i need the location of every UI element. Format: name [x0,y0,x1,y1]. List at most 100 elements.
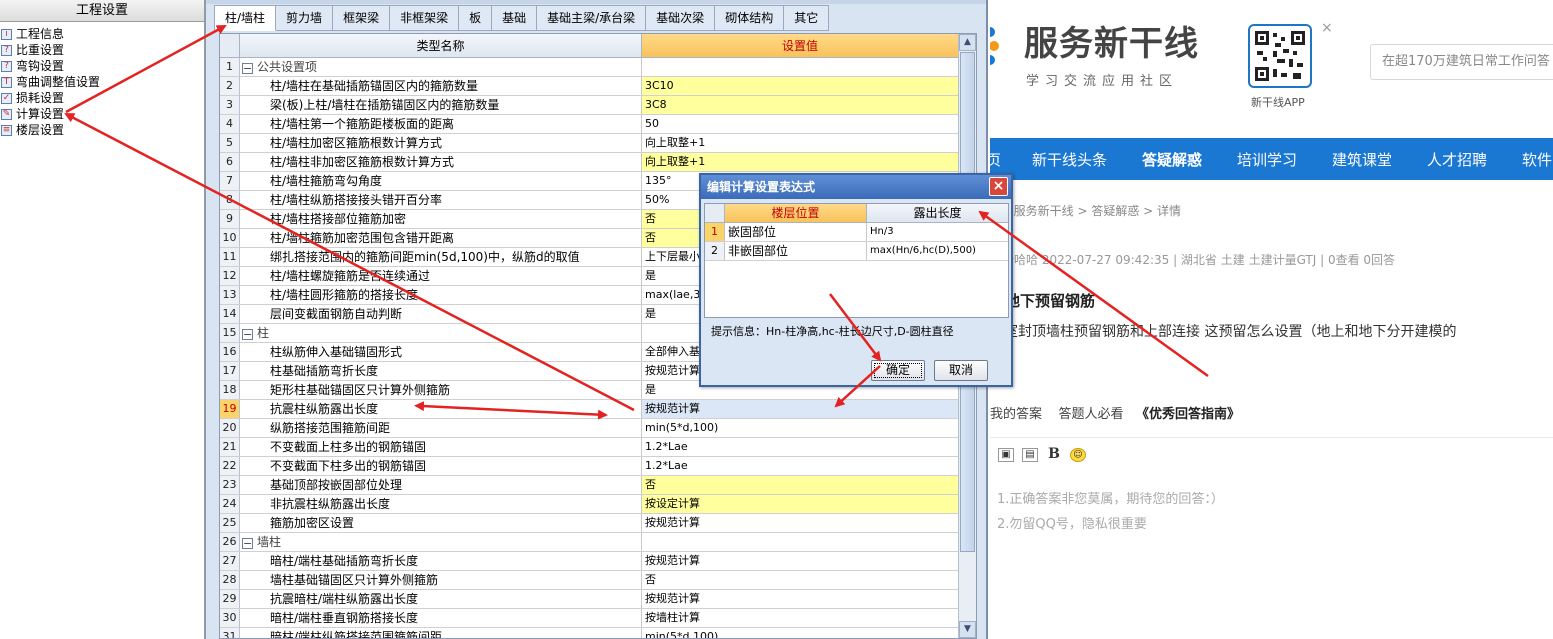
close-icon[interactable]: × [989,177,1008,196]
tab-slab[interactable]: 板 [459,5,493,31]
row-name: − 公共设置项 [240,58,642,76]
row-value[interactable]: 1.2*Lae [642,457,958,475]
row-value[interactable]: 向上取整+1 [642,134,958,152]
table-row[interactable]: 24 非抗震柱纵筋露出长度 按设定计算 [220,495,958,514]
dialog-row[interactable]: 1 嵌固部位 Hn/3 [705,223,1008,242]
dialog-row-length[interactable]: Hn/3 [867,223,1008,241]
answerer-must-read-link[interactable]: 答题人必看 [1059,407,1124,422]
table-row[interactable]: 29 抗震暗柱/端柱纵筋露出长度 按规范计算 [220,590,958,609]
hook-icon: ? [1,60,12,72]
table-row[interactable]: 23 基础顶部按嵌固部位处理否 [220,476,958,495]
dialog-grid-header: 楼层位置 露出长度 [705,204,1008,223]
collapse-icon[interactable]: − [242,63,253,74]
nav-item-classroom[interactable]: 建筑课堂 [1332,149,1392,170]
table-row[interactable]: 2 柱/墙柱在基础插筋锚固区内的箍筋数量 3C10 [220,77,958,96]
tree-item-hook[interactable]: ? 弯钩设置 [0,58,204,74]
row-value[interactable]: 否 [642,476,958,494]
row-value[interactable]: 按规范计算 [642,514,958,532]
collapse-icon[interactable]: − [242,538,253,549]
table-row[interactable]: 4 柱/墙柱第一个箍筋距楼板面的距离 50 [220,115,958,134]
scroll-up-icon[interactable]: ▲ [959,34,976,51]
scroll-down-icon[interactable]: ▼ [959,621,976,638]
nav-item-jobs[interactable]: 人才招聘 [1427,149,1487,170]
row-name: 不变截面下柱多出的钢筋锚固 [240,457,642,475]
row-value[interactable]: 按规范计算 [642,590,958,608]
tab-foundation-secondary-beam[interactable]: 基础次梁 [646,5,716,31]
table-row[interactable]: 5 柱/墙柱加密区箍筋根数计算方式 向上取整+1 [220,134,958,153]
tree-item-loss[interactable]: ✓ 损耗设置 [0,90,204,106]
table-row[interactable]: 31 暗柱/端柱纵筋搭接范围箍筋间距 min(5*d,100) [220,628,958,638]
tree-item-calc-settings[interactable]: ✎ 计算设置 [0,106,204,122]
nav-item-headlines[interactable]: 新干线头条 [1032,149,1107,170]
table-row[interactable]: 19 抗震柱纵筋露出长度 按规范计算 [220,400,958,419]
row-name: 柱/墙柱在基础插筋锚固区内的箍筋数量 [240,77,642,95]
dialog-header-rownum [705,204,725,222]
grid-header-name: 类型名称 [240,34,642,57]
nav-item-software[interactable]: 软件 [1522,149,1552,170]
dialog-row-length[interactable]: max(Hn/6,hc(D),500) [867,242,1008,260]
answer-hint-1[interactable]: 1.正确答案非您莫属，期待您的回答：） [997,488,1224,507]
table-row[interactable]: 25 箍筋加密区设置 按规范计算 [220,514,958,533]
answer-guide-link[interactable]: 《优秀回答指南》 [1136,407,1240,422]
table-row[interactable]: 27 暗柱/端柱基础插筋弯折长度 按规范计算 [220,552,958,571]
table-row[interactable]: 3 梁(板)上柱/墙柱在插筋锚固区内的箍筋数量 3C8 [220,96,958,115]
tab-foundation[interactable]: 基础 [492,5,538,31]
row-value[interactable]: 按规范计算 [642,552,958,570]
dialog-row[interactable]: 2 非嵌固部位 max(Hn/6,hc(D),500) [705,242,1008,261]
tree-item-bend-adjust[interactable]: T 弯曲调整值设置 [0,74,204,90]
nav-item-training[interactable]: 培训学习 [1237,149,1297,170]
row-number: 22 [220,457,240,475]
tab-non-frame-beam[interactable]: 非框架梁 [390,5,460,31]
ok-button[interactable]: 确定 [871,360,925,381]
answer-hint-2[interactable]: 2.勿留QQ号，隐私很重要 [997,513,1147,532]
row-number: 3 [220,96,240,114]
row-value[interactable]: 按设定计算 [642,495,958,513]
tree-item-density[interactable]: ? 比重设置 [0,42,204,58]
table-row[interactable]: 30 暗柱/端柱垂直钢筋搭接长度 按墙柱计算 [220,609,958,628]
row-number: 10 [220,229,240,247]
row-value[interactable]: min(5*d,100) [642,628,958,638]
nav-item-qa[interactable]: 答疑解惑 [1142,149,1202,170]
table-row[interactable]: 28 墙柱基础锚固区只计算外侧箍筋否 [220,571,958,590]
tab-masonry[interactable]: 砌体结构 [715,5,785,31]
qr-close-icon[interactable]: × [1321,20,1333,36]
row-name: 柱/墙柱搭接部位箍筋加密 [240,210,642,228]
row-value[interactable]: 3C8 [642,96,958,114]
tab-column[interactable]: 柱/墙柱 [214,5,277,31]
row-value[interactable]: 50 [642,115,958,133]
row-value[interactable]: 向上取整+1 [642,153,958,171]
row-value[interactable]: 按墙柱计算 [642,609,958,627]
search-input[interactable]: 在超170万建筑日常工作问答 [1370,44,1553,80]
table-group-row[interactable]: 26− 墙柱 [220,533,958,552]
row-value[interactable]: 按规范计算 [642,400,958,418]
tab-other[interactable]: 其它 [784,5,830,31]
image-icon[interactable]: ▣ [998,448,1014,462]
table-row[interactable]: 6 柱/墙柱非加密区箍筋根数计算方式 向上取整+1 [220,153,958,172]
row-value[interactable]: 否 [642,571,958,589]
gallery-icon[interactable]: ▤ [1022,448,1038,462]
row-value[interactable]: 1.2*Lae [642,438,958,456]
row-value[interactable]: 3C10 [642,77,958,95]
tree-item-project-info[interactable]: i 工程信息 [0,26,204,42]
tree-item-floor[interactable]: ≡ 楼层设置 [0,122,204,138]
table-row[interactable]: 20 纵筋搭接范围箍筋间距 min(5*d,100) [220,419,958,438]
cancel-button[interactable]: 取消 [934,360,988,381]
table-group-row[interactable]: 1− 公共设置项 [220,58,958,77]
collapse-icon[interactable]: − [242,329,253,340]
nav-item-home[interactable]: 页 [990,149,1001,170]
dialog-row-position: 非嵌固部位 [725,242,867,260]
dialog-header-exposed-length: 露出长度 [867,204,1008,222]
site-logo[interactable]: 服务新干线 [1024,24,1199,64]
bold-button[interactable]: B [1046,447,1062,462]
table-row[interactable]: 21 不变截面上柱多出的钢筋锚固 1.2*Lae [220,438,958,457]
tab-foundation-main-beam[interactable]: 基础主梁/承台梁 [537,5,647,31]
tab-frame-beam[interactable]: 框架梁 [333,5,391,31]
table-row[interactable]: 22 不变截面下柱多出的钢筋锚固 1.2*Lae [220,457,958,476]
emoji-icon[interactable]: ☺ [1070,448,1086,462]
row-name: 绑扎搭接范围内的箍筋间距min(5d,100)中，纵筋d的取值 [240,248,642,266]
row-number: 28 [220,571,240,589]
row-value[interactable]: min(5*d,100) [642,419,958,437]
dialog-header-floor-position: 楼层位置 [725,204,867,222]
tab-shear-wall[interactable]: 剪力墙 [276,5,334,31]
row-number: 6 [220,153,240,171]
